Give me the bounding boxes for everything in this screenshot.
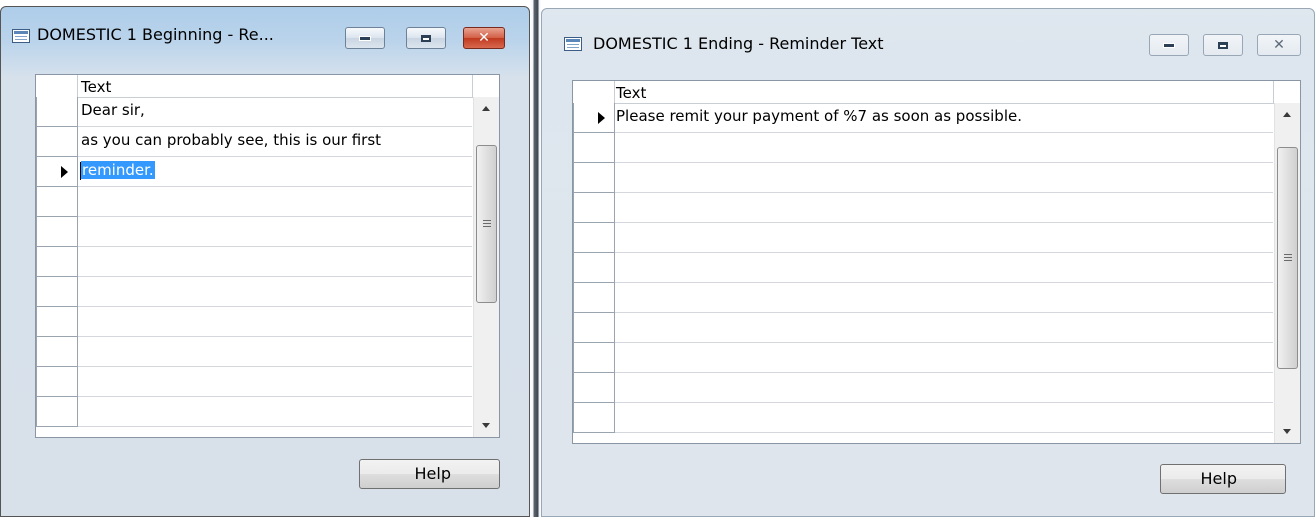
row-pointer-icon	[61, 166, 68, 178]
close-icon: ✕	[1273, 37, 1285, 53]
table-icon[interactable]	[12, 29, 30, 43]
scroll-down-icon[interactable]	[474, 415, 499, 437]
row-pointer-icon	[598, 112, 605, 124]
scroll-up-icon[interactable]	[474, 97, 499, 119]
text-cell[interactable]: reminder.	[81, 161, 155, 179]
minimize-button[interactable]	[345, 27, 385, 49]
scroll-up-icon[interactable]	[1275, 103, 1300, 125]
text-grid[interactable]: Text Please remit your payment of %7 as …	[572, 80, 1301, 444]
row-selector[interactable]	[573, 283, 615, 313]
help-button[interactable]: Help	[1160, 464, 1286, 494]
header-end	[472, 75, 473, 97]
table-row[interactable]	[573, 193, 1273, 223]
header-selector[interactable]	[573, 81, 615, 103]
row-selector[interactable]	[36, 157, 78, 187]
text-grid[interactable]: Text Dear sir, as you can probably see, t…	[35, 74, 500, 438]
text-caret	[80, 162, 81, 180]
title-bar[interactable]: DOMESTIC 1 Ending - Reminder Text ✕	[542, 9, 1314, 56]
maximize-icon	[421, 34, 431, 42]
table-row[interactable]	[573, 373, 1273, 403]
table-row[interactable]	[36, 307, 472, 337]
table-row[interactable]	[36, 277, 472, 307]
column-header-text[interactable]: Text	[81, 78, 111, 96]
text-cell[interactable]: Please remit your payment of %7 as soon …	[616, 107, 1022, 125]
ending-text-window: DOMESTIC 1 Ending - Reminder Text ✕ Text…	[541, 8, 1315, 517]
minimize-icon	[359, 35, 371, 41]
table-row[interactable]	[36, 337, 472, 367]
close-button[interactable]: ✕	[463, 27, 505, 49]
row-selector[interactable]	[573, 343, 615, 373]
vertical-scrollbar[interactable]	[1274, 103, 1300, 443]
header-selector[interactable]	[36, 75, 78, 97]
column-header-text[interactable]: Text	[616, 84, 646, 102]
scrollbar-thumb[interactable]	[476, 145, 497, 303]
table-row[interactable]	[36, 367, 472, 397]
row-selector[interactable]	[36, 277, 78, 307]
maximize-button[interactable]	[1203, 34, 1243, 56]
title-bar[interactable]: DOMESTIC 1 Beginning - Re... ✕	[1, 7, 529, 49]
row-selector[interactable]	[36, 307, 78, 337]
maximize-icon	[1218, 41, 1228, 49]
window-divider	[530, 0, 541, 517]
minimize-button[interactable]	[1149, 34, 1189, 56]
scrollbar-thumb[interactable]	[1277, 147, 1298, 369]
table-icon[interactable]	[564, 37, 582, 51]
row-selector[interactable]	[573, 133, 615, 163]
row-selector[interactable]	[573, 403, 615, 433]
vertical-scrollbar[interactable]	[473, 97, 499, 437]
row-selector[interactable]	[36, 367, 78, 397]
text-cell[interactable]: as you can probably see, this is our fir…	[81, 131, 381, 149]
window-title: DOMESTIC 1 Beginning - Re...	[37, 25, 274, 44]
table-row[interactable]	[573, 313, 1273, 343]
row-selector[interactable]	[36, 187, 78, 217]
table-row[interactable]	[36, 217, 472, 247]
row-selector[interactable]	[573, 313, 615, 343]
table-row[interactable]: reminder.	[36, 157, 472, 187]
close-icon: ✕	[478, 30, 490, 46]
scroll-down-icon[interactable]	[1275, 421, 1300, 443]
table-row[interactable]	[36, 247, 472, 277]
row-selector[interactable]	[573, 163, 615, 193]
row-selector[interactable]	[573, 103, 615, 133]
table-row[interactable]	[573, 223, 1273, 253]
table-row[interactable]	[573, 163, 1273, 193]
help-button[interactable]: Help	[359, 459, 500, 489]
row-selector[interactable]	[36, 127, 78, 157]
table-row[interactable]: Dear sir,	[36, 97, 472, 127]
table-row[interactable]	[573, 133, 1273, 163]
row-selector[interactable]	[36, 247, 78, 277]
window-title: DOMESTIC 1 Ending - Reminder Text	[593, 34, 884, 53]
grip-icon	[1284, 254, 1292, 262]
table-row[interactable]	[36, 397, 472, 427]
grip-icon	[483, 220, 491, 228]
table-row[interactable]: as you can probably see, this is our fir…	[36, 127, 472, 157]
row-selector[interactable]	[36, 97, 78, 127]
row-selector[interactable]	[573, 253, 615, 283]
row-selector[interactable]	[36, 337, 78, 367]
table-row[interactable]	[573, 343, 1273, 373]
table-row[interactable]	[36, 187, 472, 217]
beginning-text-window: DOMESTIC 1 Beginning - Re... ✕ Text Dear…	[0, 6, 530, 517]
minimize-icon	[1163, 42, 1175, 48]
row-selector[interactable]	[573, 193, 615, 223]
maximize-button[interactable]	[406, 27, 446, 49]
row-selector[interactable]	[573, 223, 615, 253]
grid-header: Text	[36, 75, 499, 98]
row-selector[interactable]	[36, 217, 78, 247]
row-selector[interactable]	[573, 373, 615, 403]
table-row[interactable]	[573, 253, 1273, 283]
header-end	[1273, 81, 1274, 103]
close-button[interactable]: ✕	[1257, 34, 1301, 56]
text-cell[interactable]: Dear sir,	[81, 101, 145, 119]
grid-header: Text	[573, 81, 1300, 104]
table-row[interactable]: Please remit your payment of %7 as soon …	[573, 103, 1273, 133]
table-row[interactable]	[573, 403, 1273, 433]
row-selector[interactable]	[36, 397, 78, 427]
table-row[interactable]	[573, 283, 1273, 313]
